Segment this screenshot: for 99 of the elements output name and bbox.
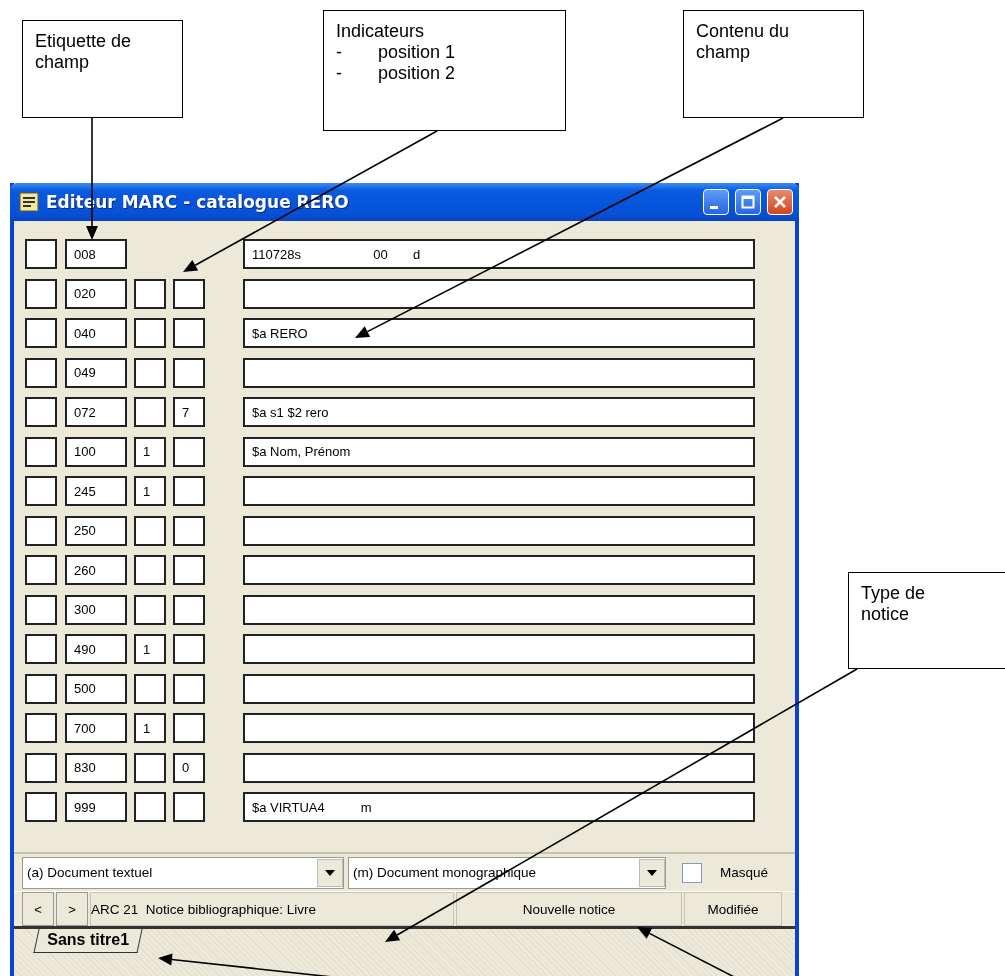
callout-item: position 1 [378, 42, 456, 63]
dropdown-arrow-icon [647, 869, 657, 876]
callout-text: Type de notice [861, 583, 927, 625]
callout-item: position 2 [378, 63, 456, 84]
dropdown-arrow-icon [325, 869, 335, 876]
content-field[interactable]: $a VIRTUA4 m [243, 792, 755, 822]
app-icon [18, 191, 40, 213]
content-field[interactable] [243, 634, 755, 664]
tag-field[interactable]: 830 [65, 752, 127, 783]
indicator-field[interactable] [173, 476, 205, 506]
select-field[interactable] [25, 278, 57, 309]
tag-field[interactable]: 245 [65, 476, 127, 506]
content-field[interactable] [243, 357, 755, 388]
indicator-field[interactable] [173, 515, 205, 546]
select-field[interactable] [25, 555, 57, 585]
indicator-field[interactable] [173, 713, 205, 743]
tag-field[interactable]: 260 [65, 555, 127, 585]
content-field[interactable] [243, 752, 755, 783]
callout-text: Indicateurs [336, 21, 426, 42]
indicator-field[interactable] [173, 278, 205, 309]
select-field[interactable] [25, 318, 57, 348]
select-field[interactable] [25, 634, 57, 664]
maximize-button[interactable] [735, 189, 761, 215]
indicator-field[interactable] [173, 318, 205, 348]
indicator-field[interactable] [173, 673, 205, 704]
indicator-field[interactable] [134, 515, 166, 546]
content-field[interactable]: 110728s 00 d [243, 239, 755, 269]
select-field[interactable] [25, 792, 57, 822]
tag-field[interactable]: 700 [65, 713, 127, 743]
select-field[interactable] [25, 594, 57, 625]
list-marker: - [336, 42, 343, 63]
select-field[interactable] [25, 397, 57, 427]
content-field[interactable] [243, 713, 755, 743]
indicator-field[interactable] [134, 792, 166, 822]
indicator-field[interactable] [173, 555, 205, 585]
tag-field[interactable]: 040 [65, 318, 127, 348]
tag-field[interactable]: 049 [65, 357, 127, 388]
indicator-field[interactable] [134, 555, 166, 585]
content-field[interactable] [243, 673, 755, 704]
indicator-field[interactable] [173, 792, 205, 822]
indicator-field[interactable] [134, 752, 166, 783]
indicator-field[interactable]: 1 [134, 713, 166, 743]
indicator-field[interactable] [134, 673, 166, 704]
previous-button[interactable]: < [22, 892, 54, 926]
content-field[interactable] [243, 278, 755, 309]
tag-field[interactable]: 100 [65, 436, 127, 467]
select-field[interactable] [25, 752, 57, 783]
indicator-field[interactable] [134, 278, 166, 309]
indicator-field[interactable] [173, 594, 205, 625]
content-field[interactable]: $a s1 $2 rero [243, 397, 755, 427]
checkbox-label: Masqué [720, 865, 769, 880]
indicator-field[interactable] [173, 436, 205, 467]
select-field[interactable] [25, 476, 57, 506]
content-field[interactable] [243, 594, 755, 625]
content-field[interactable]: $a Nom, Prénom [243, 436, 755, 467]
callout-text: Contenu du champ [696, 21, 791, 63]
list-marker: - [336, 63, 343, 84]
status-state: Modifiée [684, 892, 782, 926]
select-field[interactable] [25, 436, 57, 467]
document-tab[interactable]: Sans titre1 [33, 929, 143, 953]
checkbox[interactable] [682, 862, 702, 883]
indicator-field[interactable] [173, 357, 205, 388]
minimize-icon [710, 205, 718, 209]
tag-field[interactable]: 250 [65, 515, 127, 546]
indicator-field[interactable]: 7 [173, 397, 205, 427]
callout-text: Etiquette de champ [35, 31, 133, 73]
dropdown[interactable]: (a) Document textuel [22, 856, 344, 889]
close-icon [773, 195, 787, 209]
tag-field[interactable]: 008 [65, 239, 127, 269]
indicator-field[interactable] [173, 634, 205, 664]
tag-field[interactable]: 999 [65, 792, 127, 822]
tag-field[interactable]: 300 [65, 594, 127, 625]
tag-field[interactable]: 020 [65, 278, 127, 309]
content-field[interactable] [243, 555, 755, 585]
indicator-field[interactable]: 1 [134, 476, 166, 506]
select-field[interactable] [25, 713, 57, 743]
status-format: ARC 21 Notice bibliographique: Livre [90, 892, 454, 926]
indicator-field[interactable] [134, 357, 166, 388]
status-record: Nouvelle notice [456, 892, 682, 926]
tag-field[interactable]: 072 [65, 397, 127, 427]
indicator-field[interactable] [134, 318, 166, 348]
indicator-field[interactable]: 0 [173, 752, 205, 783]
select-field[interactable] [25, 239, 57, 269]
indicator-field[interactable]: 1 [134, 634, 166, 664]
indicator-field[interactable]: 1 [134, 436, 166, 467]
minimize-button[interactable] [703, 189, 729, 215]
close-button[interactable] [767, 189, 793, 215]
content-field[interactable]: $a RERO [243, 318, 755, 348]
maximize-icon [741, 195, 755, 209]
content-field[interactable] [243, 515, 755, 546]
tag-field[interactable]: 500 [65, 673, 127, 704]
content-field[interactable] [243, 476, 755, 506]
indicator-field[interactable] [134, 397, 166, 427]
tag-field[interactable]: 490 [65, 634, 127, 664]
indicator-field[interactable] [134, 594, 166, 625]
select-field[interactable] [25, 673, 57, 704]
select-field[interactable] [25, 515, 57, 546]
select-field[interactable] [25, 357, 57, 388]
next-button[interactable]: > [56, 892, 88, 926]
